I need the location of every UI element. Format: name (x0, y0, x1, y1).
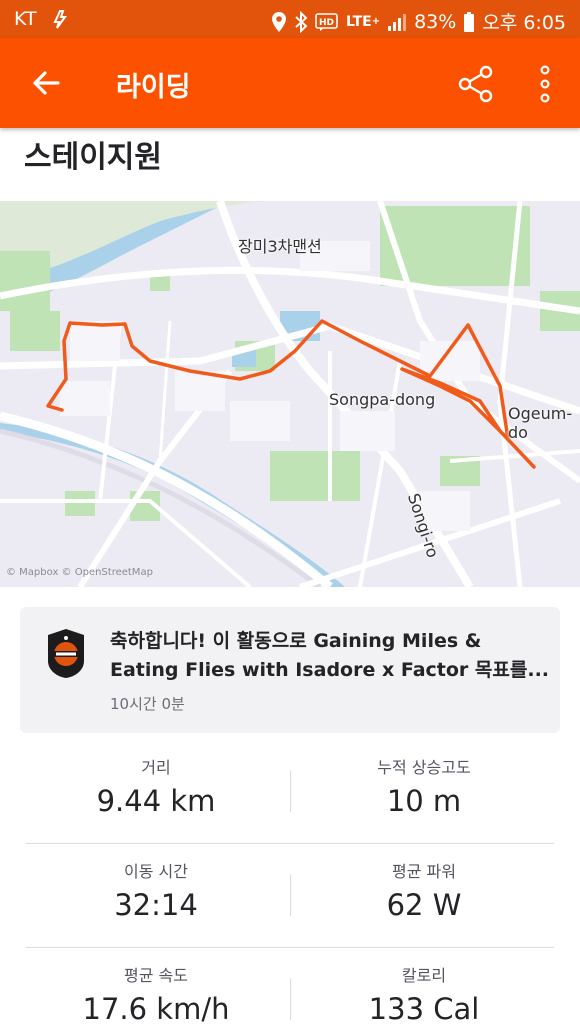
page-title: 라이딩 (116, 72, 191, 103)
divider (26, 843, 554, 844)
status-bar: KT HD LTE + 83% 오후 6:05 (0, 0, 580, 38)
stat-label: 평균 속도 (124, 966, 188, 985)
map-canvas (0, 201, 580, 587)
map-label-area: 장미3차맨션 (238, 237, 322, 256)
battery-icon (463, 11, 475, 33)
activity-title: 스테이지원 (24, 140, 162, 175)
goal-card[interactable]: 축하합니다! 이 활동으로 Gaining Miles & Eating Fli… (20, 607, 560, 733)
stat-value: 62 W (386, 888, 462, 922)
park (270, 451, 360, 501)
arrow-left-icon (33, 71, 60, 95)
divider (290, 770, 291, 812)
signal-icon (387, 12, 407, 32)
bluetooth-icon (294, 10, 308, 33)
divider (290, 874, 291, 916)
svg-text:HD: HD (319, 18, 334, 28)
back-button[interactable] (28, 65, 64, 101)
more-options-button[interactable] (530, 64, 560, 104)
stat-value: 17.6 km/h (82, 992, 230, 1026)
clock: 오후 6:05 (482, 12, 566, 34)
stat-avg-speed: 평균 속도 17.6 km/h (26, 962, 286, 1026)
stat-label: 거리 (141, 758, 171, 777)
notification-icon (51, 9, 69, 29)
stat-avg-power: 평균 파워 62 W (294, 858, 554, 922)
share-button[interactable] (456, 64, 496, 104)
stat-distance: 거리 9.44 km (26, 754, 286, 818)
goal-time-ago: 10시간 0분 (110, 695, 185, 713)
network-type-label: LTE (345, 13, 372, 30)
network-type-plus: + (371, 16, 381, 27)
network-type: LTE + (346, 14, 380, 30)
stat-label: 칼로리 (401, 966, 447, 985)
battery-percent: 83% (414, 10, 457, 33)
stat-moving-time: 이동 시간 32:14 (26, 858, 286, 922)
divider (26, 947, 554, 948)
stat-value: 9.44 km (96, 784, 216, 818)
stat-label: 누적 상승고도 (377, 758, 471, 777)
hd-voice-icon: HD (315, 12, 339, 32)
stat-elevation-gain: 누적 상승고도 10 m (294, 754, 554, 818)
goal-message: 축하합니다! 이 활동으로 Gaining Miles & Eating Fli… (110, 627, 550, 685)
park (10, 311, 60, 351)
route-map[interactable]: 장미3차맨션 Songpa-dong Ogeum-do Songi-ro (0, 201, 580, 587)
goal-suffix: 목표를... (468, 659, 550, 681)
goal-prefix: 축하합니다! 이 활동으로 (110, 630, 314, 652)
location-icon (271, 11, 287, 33)
map-attribution[interactable]: © Mapbox © OpenStreetMap (6, 567, 153, 578)
park (65, 491, 95, 516)
stat-value: 10 m (386, 784, 462, 818)
stat-value: 133 Cal (368, 992, 480, 1026)
stat-value: 32:14 (114, 888, 198, 922)
divider (290, 978, 291, 1020)
app-bar: 라이딩 (0, 38, 580, 128)
map-label-district: Ogeum-do (508, 404, 573, 442)
more-vertical-icon (540, 65, 550, 103)
share-icon (458, 65, 493, 103)
stat-label: 평균 파워 (392, 862, 456, 881)
stat-calories: 칼로리 133 Cal (294, 962, 554, 1026)
challenge-badge-icon (46, 627, 86, 679)
carrier-label: KT (14, 8, 37, 30)
park (0, 251, 50, 311)
map-label-district: Songpa-dong (329, 390, 436, 409)
stat-label: 이동 시간 (124, 862, 188, 881)
